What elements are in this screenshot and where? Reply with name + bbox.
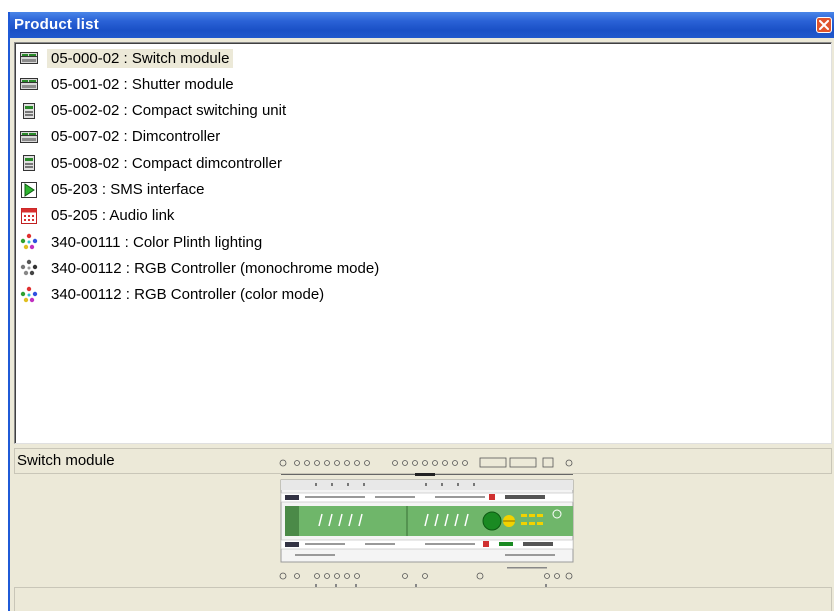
sms-interface-icon bbox=[20, 181, 38, 199]
list-item[interactable]: 340-00112 : RGB Controller (monochrome m… bbox=[20, 256, 383, 280]
list-item-label: 05-205 : Audio link bbox=[51, 207, 175, 225]
list-item-label: 05-002-02 : Compact switching unit bbox=[51, 102, 287, 120]
compact-dimcontroller-icon bbox=[20, 154, 38, 172]
list-item-label: 340-00112 : RGB Controller (monochrome m… bbox=[51, 259, 380, 277]
list-item-label: 05-203 : SMS interface bbox=[51, 181, 205, 198]
description-field bbox=[14, 587, 832, 611]
list-item[interactable]: 05-008-02 : Compact dimcontroller bbox=[20, 151, 286, 175]
list-item[interactable]: 05-007-02 : Dimcontroller bbox=[20, 125, 224, 149]
close-icon bbox=[819, 20, 829, 30]
list-item-label: 05-008-02 : Compact dimcontroller bbox=[51, 154, 282, 172]
list-item[interactable]: 05-205 : Audio link bbox=[20, 204, 178, 228]
list-item-label: 05-007-02 : Dimcontroller bbox=[51, 128, 221, 146]
dimcontroller-icon bbox=[20, 128, 38, 146]
list-item[interactable]: 05-000-02 : Switch module bbox=[20, 46, 234, 70]
list-item[interactable]: 05-001-02 : Shutter module bbox=[20, 72, 238, 96]
switch-module-icon bbox=[20, 49, 38, 67]
list-item-label: 05-001-02 : Shutter module bbox=[51, 75, 234, 93]
list-item[interactable]: 05-002-02 : Compact switching unit bbox=[20, 99, 290, 123]
mono-dots-icon bbox=[20, 259, 38, 277]
list-item-label: 05-000-02 : Switch module bbox=[47, 48, 234, 68]
list-item-label: 340-00111 : Color Plinth lighting bbox=[51, 233, 263, 251]
list-item-label: 340-00112 : RGB Controller (color mode) bbox=[51, 286, 325, 304]
color-dots-icon bbox=[20, 286, 38, 304]
color-dots-icon bbox=[20, 233, 38, 251]
shutter-module-icon bbox=[20, 75, 38, 93]
product-list-window: Product list 05-000-02 : Switch module 0… bbox=[8, 12, 834, 611]
compact-unit-icon bbox=[20, 102, 38, 120]
status-text: Switch module bbox=[17, 452, 115, 469]
product-list[interactable]: 05-000-02 : Switch module 05-001-02 : Sh… bbox=[14, 42, 832, 444]
window-title: Product list bbox=[14, 16, 99, 33]
list-item[interactable]: 05-203 : SMS interface bbox=[20, 178, 208, 202]
product-image bbox=[275, 454, 579, 590]
list-item[interactable]: 340-00112 : RGB Controller (color mode) bbox=[20, 283, 328, 307]
audio-link-icon bbox=[20, 207, 38, 225]
switch-module-image bbox=[279, 457, 574, 587]
close-button[interactable] bbox=[816, 17, 832, 33]
title-bar[interactable]: Product list bbox=[10, 12, 834, 38]
list-item[interactable]: 340-00111 : Color Plinth lighting bbox=[20, 230, 266, 254]
